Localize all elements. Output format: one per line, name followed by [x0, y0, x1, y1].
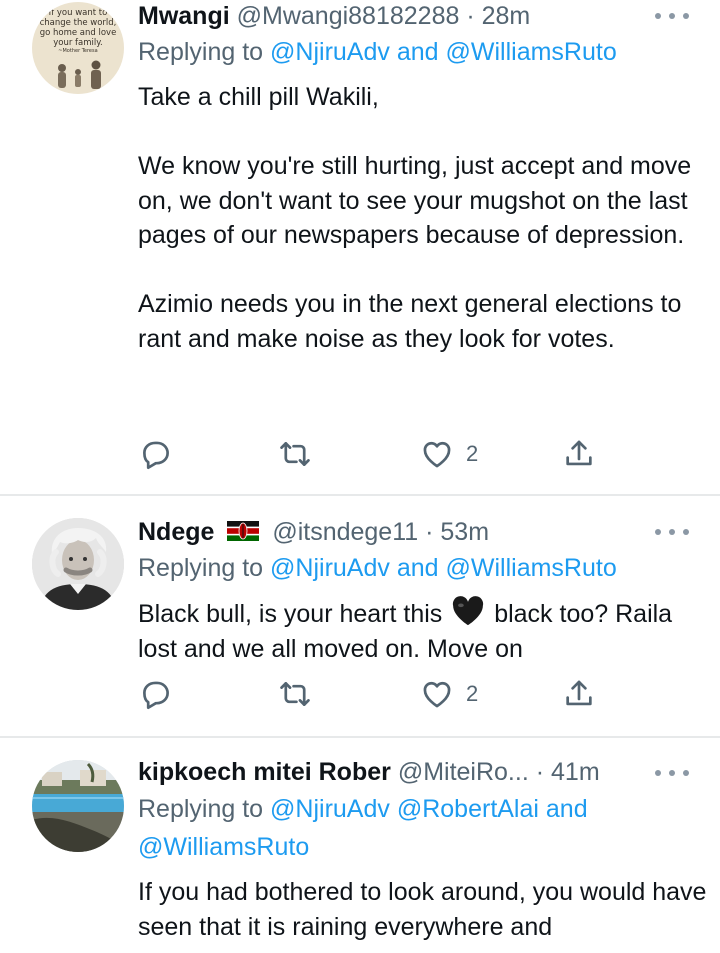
like-icon [423, 681, 451, 708]
mention-link[interactable]: @RobertAlai [397, 795, 539, 823]
user-handle[interactable]: @MiteiRo... [398, 758, 529, 786]
avatar-ndege[interactable] [32, 518, 124, 610]
replying-prefix: Replying to [138, 795, 271, 823]
kenya-flag-icon [227, 521, 260, 541]
share-button[interactable] [562, 437, 596, 471]
avatar-portrait [32, 518, 124, 610]
display-name[interactable]: Ndege [138, 518, 214, 546]
tweet-text: Black bull, is your heart this black too… [138, 595, 708, 666]
avatar-family-figures [58, 60, 101, 89]
tweet-paragraph: We know you're still hurting, just accep… [138, 152, 692, 249]
mention-link[interactable]: @WilliamsRuto [138, 833, 309, 861]
mention-link[interactable]: @WilliamsRuto [446, 554, 617, 582]
retweet-button[interactable] [278, 437, 312, 471]
mention-link[interactable]: @NjiruAdv [270, 38, 390, 66]
share-button[interactable] [562, 677, 596, 711]
display-name[interactable]: kipkoech mitei Rober [138, 758, 391, 786]
tweet-kipkoech[interactable]: kipkoech mitei Rober @MiteiRo... · 41m R… [0, 738, 720, 953]
tweet-header: kipkoech mitei Rober @MiteiRo... · 41m [138, 756, 600, 788]
like-button[interactable]: 2 [420, 437, 478, 471]
mention-link[interactable]: @WilliamsRuto [446, 38, 617, 66]
tweet-ndege[interactable]: Ndege @itsndege11 · 53m Replying to @Nji… [0, 496, 720, 736]
replying-to: Replying to @NjiruAdv and @WilliamsRuto [138, 552, 617, 584]
tweet-mwangi[interactable]: If you want to change the world, go home… [0, 0, 720, 495]
tweet-text: If you had bothered to look around, you … [138, 875, 708, 944]
mention-connector[interactable]: and [546, 795, 588, 823]
replying-to: Replying to @NjiruAdv and @WilliamsRuto [138, 36, 617, 68]
mention-connector[interactable]: and [397, 38, 439, 66]
black-heart-icon [453, 596, 484, 626]
more-icon[interactable] [655, 522, 689, 542]
retweet-icon [280, 682, 310, 706]
tweet-paragraph: Take a chill pill Wakili, [138, 83, 379, 111]
like-count: 2 [466, 441, 479, 466]
tweet-header: Mwangi @Mwangi88182288 · 28m [138, 0, 530, 32]
replying-prefix: Replying to [138, 554, 271, 582]
share-icon [566, 680, 592, 706]
tweet-actions: 2 [0, 677, 720, 713]
retweet-icon [280, 442, 310, 466]
replying-to: Replying to @NjiruAdv @RobertAlai and [138, 793, 588, 825]
mention-connector[interactable]: and [397, 554, 439, 582]
retweet-button[interactable] [278, 677, 312, 711]
avatar-pool-photo [32, 760, 124, 852]
replying-prefix: Replying to [138, 38, 271, 66]
more-icon[interactable] [655, 6, 689, 26]
timestamp[interactable]: · 41m [536, 758, 600, 786]
avatar-kipkoech[interactable] [32, 760, 124, 852]
timestamp[interactable]: · 53m [425, 518, 489, 546]
tweet-paragraph: If you had bothered to look around, you … [138, 878, 707, 941]
display-name[interactable]: Mwangi [138, 2, 230, 30]
tweet-paragraph: Azimio needs you in the next general ele… [138, 290, 682, 353]
avatar-mwangi[interactable]: If you want to change the world, go home… [32, 2, 124, 94]
reply-icon [143, 441, 169, 470]
tweet-text: Take a chill pill Wakili, We know you're… [138, 80, 708, 356]
like-button[interactable]: 2 [420, 677, 478, 711]
like-count: 2 [466, 681, 479, 706]
reply-button[interactable] [138, 677, 172, 711]
user-handle[interactable]: @itsndege11 [272, 518, 418, 546]
tweet-actions: 2 [0, 437, 720, 473]
reply-icon [143, 681, 169, 710]
tweet-header: Ndege @itsndege11 · 53m [138, 516, 489, 548]
timestamp[interactable]: · 28m [466, 2, 530, 30]
mention-link[interactable]: @NjiruAdv [270, 554, 390, 582]
reply-button[interactable] [138, 437, 172, 471]
mention-link[interactable]: @NjiruAdv [270, 795, 390, 823]
like-icon [423, 441, 451, 468]
user-handle[interactable]: @Mwangi88182288 [237, 2, 460, 30]
tweet-text-part: Black bull, is your heart this [138, 600, 450, 628]
replying-to-line2: @WilliamsRuto [138, 831, 309, 863]
more-icon[interactable] [655, 763, 689, 783]
share-icon [566, 440, 592, 466]
